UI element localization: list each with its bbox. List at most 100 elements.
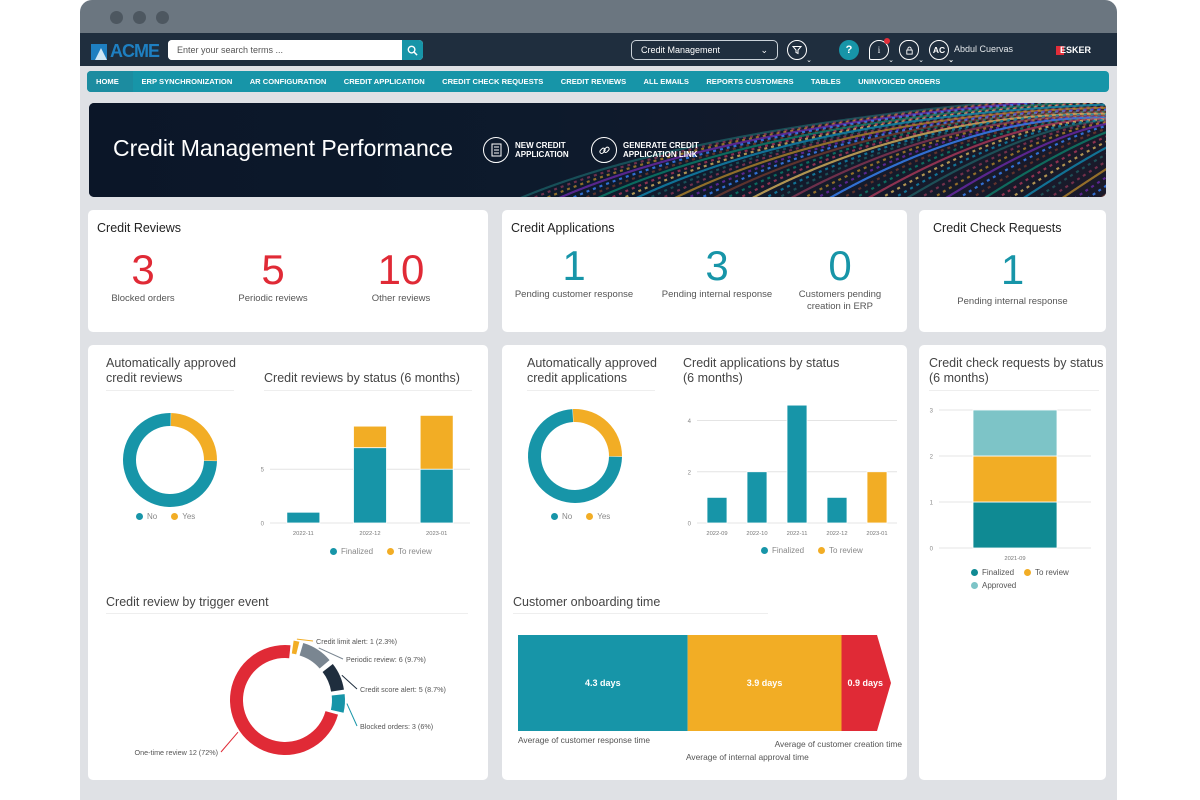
bar-2022-10-finalized [746,471,768,524]
x-tick-label: 2022-12 [359,531,380,537]
legend-item-finalized: Finalized [971,568,1014,577]
browser-window: ACME Credit Management ⌄ ⌄ ? i ⌄ ⌄ [80,0,1117,800]
donut-chart-review-by-trigger: Credit limit alert: 1 (2.3%) Periodic rev… [135,637,446,757]
page-title: Credit Management Performance [113,135,454,161]
legend-item-approved: Approved [971,581,1016,590]
divider [106,390,234,391]
legend-item-no: No [551,512,572,521]
nav-item-home[interactable]: HOME [87,71,133,92]
help-button[interactable]: ? [839,40,859,60]
x-tick-label: 2023-01 [866,531,887,537]
chevron-down-icon: ⌄ [760,45,768,55]
y-tick-label: 3 [930,409,934,415]
bar-2022-11-finalized [286,511,321,524]
kpi-blocked-orders[interactable]: 3 Blocked orders [88,247,198,305]
search-icon [407,45,418,56]
bar-2022-12-finalized [353,447,387,524]
donut-slice-credit-limit-alert [291,640,300,655]
divider [513,613,768,614]
credit-check-requests-kpi-card: Credit Check Requests 1 Pending internal… [919,210,1106,332]
nav-item-erp-synchronization[interactable]: ERP SYNCHRONIZATION [133,71,241,92]
x-tick-label: 2021-09 [1004,556,1025,562]
kpi-pending-internal-response[interactable]: 3 Pending internal response [652,243,782,301]
kpi-periodic-reviews[interactable]: 5 Periodic reviews [218,247,328,305]
credit-reviews-charts-card: Automatically approved credit reviews Cr… [88,345,488,780]
legend-item-finalized: Finalized [761,546,804,555]
slice-label: Blocked orders: 3 (6%) [360,722,433,731]
nav-item-reports-customers[interactable]: REPORTS CUSTOMERS [698,71,803,92]
x-tick-label: 2022-10 [746,531,767,537]
kpi-label: Pending internal response [957,296,1068,307]
bar-2023-01-to-review [419,414,454,470]
slice-label: Credit limit alert: 1 (2.3%) [316,637,397,646]
nav-item-credit-check-requests[interactable]: CREDIT CHECK REQUESTS [433,71,552,92]
x-tick-label: 2022-11 [787,531,808,537]
divider [264,390,472,391]
legend-swatch [971,569,978,577]
chevron-down-icon: ⌄ [888,57,894,64]
bar-chart-check-requests-by-status: 0 1 2 3 2021-09 [930,409,1091,562]
kpi-pending-customer-response[interactable]: 1 Pending customer response [506,243,642,301]
chart-title-check-requests-by-status: Credit check requests by status (6 month… [929,356,1104,385]
segment-category-label: Average of customer response time [518,735,650,745]
search-box [168,40,423,60]
slice-label: Credit score alert: 5 (8.7%) [360,685,446,694]
card-title: Credit Check Requests [933,221,1062,235]
nav-item-ar-configuration[interactable]: AR CONFIGURATION [241,71,335,92]
kpi-other-reviews[interactable]: 10 Other reviews [346,247,456,305]
donut-slice-periodic-review [299,643,330,669]
label-line-2: APPLICATION [515,150,569,159]
kpi-check-pending-internal-response[interactable]: 1 Pending internal response [919,247,1106,308]
nav-item-tables[interactable]: TABLES [802,71,849,92]
nav-item-all-emails[interactable]: ALL EMAILS [635,71,698,92]
y-tick-label: 2 [688,470,692,476]
module-select-value: Credit Management [641,45,721,55]
chart-title-auto-approved-reviews: Automatically approved credit reviews [106,356,236,385]
acme-logo[interactable]: ACME [91,41,160,62]
new-credit-application-button[interactable]: NEW CREDIT APPLICATION [483,137,587,163]
generate-link-label: GENERATE CREDIT APPLICATION LINK [623,141,713,159]
security-button[interactable]: ⌄ [899,40,924,64]
legend-auto-approved-applications: No Yes [551,512,610,521]
slice-label: Periodic review: 6 (9.7%) [346,655,426,664]
legend-check-requests-by-status: Finalized To review Approved [971,568,1091,590]
user-avatar[interactable]: AC ⌄ [929,40,954,64]
legend-swatch [1024,569,1032,577]
legend-item-finalized: Finalized [330,547,373,556]
search-input[interactable] [168,40,402,60]
window-maximize-button[interactable] [156,11,169,24]
nav-item-credit-application[interactable]: CREDIT APPLICATION [335,71,433,92]
segment-value-label: 0.9 days [847,678,883,688]
legend-item-to-review: To review [387,547,432,556]
nav-item-credit-reviews[interactable]: CREDIT REVIEWS [552,71,635,92]
legend-swatch [136,513,143,521]
user-name[interactable]: Abdul Cuervas [954,44,1013,54]
filter-icon [792,46,802,55]
window-close-button[interactable] [110,11,123,24]
legend-item-to-review: To review [818,546,863,555]
nav-item-uninvoiced-orders[interactable]: UNINVOICED ORDERS [849,71,949,92]
kpi-customers-pending-creation[interactable]: 0 Customers pending creation in ERP [790,243,890,313]
search-button[interactable] [402,40,423,60]
chart-title-onboarding-time: Customer onboarding time [513,595,661,609]
y-tick-label: 0 [261,522,265,528]
bar-2021-09-to-review [972,455,1058,503]
label-line-1: NEW CREDIT [515,141,566,150]
top-bar: ACME Credit Management ⌄ ⌄ ? i ⌄ ⌄ [80,33,1117,66]
legend-swatch [387,548,395,556]
filter-button[interactable]: ⌄ [787,40,812,64]
x-tick-label: 2022-09 [706,531,727,537]
generate-credit-application-link-button[interactable]: GENERATE CREDIT APPLICATION LINK [591,137,713,163]
legend-swatch [971,582,978,590]
y-tick-label: 2 [930,455,934,461]
bar-2023-01-finalized [419,468,454,524]
window-minimize-button[interactable] [133,11,146,24]
chart-title-applications-by-status: Credit applications by status (6 months) [683,356,840,385]
legend-label: Approved [982,581,1017,590]
module-select[interactable]: Credit Management ⌄ [631,40,778,60]
y-tick-label: 1 [930,501,934,507]
legend-item-no: No [136,512,157,521]
notifications-button[interactable]: i ⌄ [869,38,894,64]
kpi-value: 1 [562,242,586,289]
card-title: Credit Reviews [97,221,182,235]
